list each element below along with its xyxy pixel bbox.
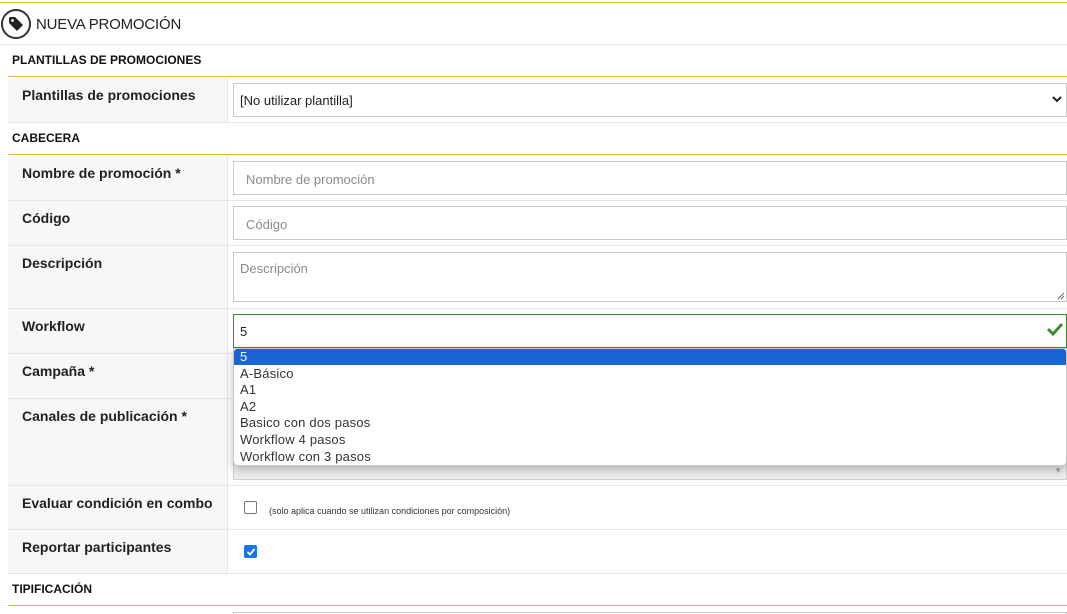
check-icon (1046, 322, 1064, 337)
resize-handle-icon[interactable] (1057, 292, 1065, 300)
templates-select[interactable]: [No utilizar plantilla] (233, 83, 1067, 117)
field-label-cell: Workflow (8, 309, 228, 353)
scroll-down-icon: ▼ (1054, 466, 1062, 475)
field-label-cell: Reportar participantes (8, 530, 228, 573)
row-combo: Evaluar condición en combo (8, 486, 1067, 530)
dropdown-option[interactable]: Basico con dos pasos (234, 415, 1066, 431)
workflow-select[interactable]: 5 (233, 314, 1067, 348)
dropdown-option[interactable]: Workflow 4 pasos (234, 432, 1066, 448)
combo-checkbox[interactable] (244, 501, 257, 514)
combo-note: (solo aplica cuando se utilizan condicio… (269, 506, 511, 516)
participants-checkbox[interactable] (244, 545, 257, 558)
dropdown-option[interactable]: Workflow con 3 pasos (234, 449, 1066, 465)
field-label: Código (22, 210, 71, 226)
page-title: NUEVA PROMOCIÓN (36, 16, 182, 33)
dropdown-option[interactable]: A1 (234, 382, 1066, 398)
check-icon (246, 548, 256, 556)
section-title: CABECERA (12, 131, 81, 145)
input-placeholder: Descripción (240, 261, 308, 276)
field-label: Nombre de promoción * (22, 165, 181, 181)
page-header: NUEVA PROMOCIÓN (0, 7, 1067, 45)
field-label-cell: Código (8, 201, 228, 245)
field-label: Campaña * (22, 363, 95, 379)
field-label-cell: Campaña * (8, 354, 228, 398)
row-participants: Reportar participantes (8, 530, 1067, 574)
field-label: Reportar participantes (22, 539, 172, 555)
field-label-cell: Nombre de promoción * (8, 156, 228, 200)
name-input[interactable]: Nombre de promoción (233, 161, 1067, 195)
field-label-cell: Plantillas de promociones (8, 78, 228, 122)
workflow-dropdown[interactable]: 5 A-Básico A1 A2 Basico con dos pasos Wo… (233, 348, 1067, 466)
field-label: Workflow (22, 318, 85, 334)
dropdown-option[interactable]: A2 (234, 399, 1066, 415)
field-label: Plantillas de promociones (22, 87, 196, 103)
description-textarea[interactable]: Descripción (233, 252, 1067, 302)
dropdown-option[interactable]: A-Básico (234, 366, 1066, 382)
field-label: Descripción (22, 255, 103, 271)
section-title: PLANTILLAS DE PROMOCIONES (12, 53, 202, 67)
section-title: TIPIFICACIÓN (12, 582, 92, 596)
tag-icon (1, 9, 31, 39)
field-label: Canales de publicación * (22, 408, 187, 424)
code-input[interactable]: Código (233, 206, 1067, 240)
section-head: CABECERA (8, 123, 1067, 155)
top-accent-line (0, 2, 1067, 3)
section-templates: PLANTILLAS DE PROMOCIONES (8, 45, 1067, 77)
field-label-cell: Canales de publicación * (8, 399, 228, 485)
dropdown-option[interactable]: 5 (234, 349, 1066, 365)
input-placeholder: Código (246, 217, 288, 232)
field-label-cell: Descripción (8, 246, 228, 308)
select-value: 5 (240, 324, 248, 339)
field-label-cell: Evaluar condición en combo (8, 486, 228, 529)
section-typing: TIPIFICACIÓN (8, 574, 1067, 606)
input-placeholder: Nombre de promoción (246, 172, 375, 187)
field-label: Evaluar condición en combo (22, 495, 213, 511)
select-value: [No utilizar plantilla] (240, 93, 353, 108)
chevron-down-icon (1052, 96, 1062, 103)
